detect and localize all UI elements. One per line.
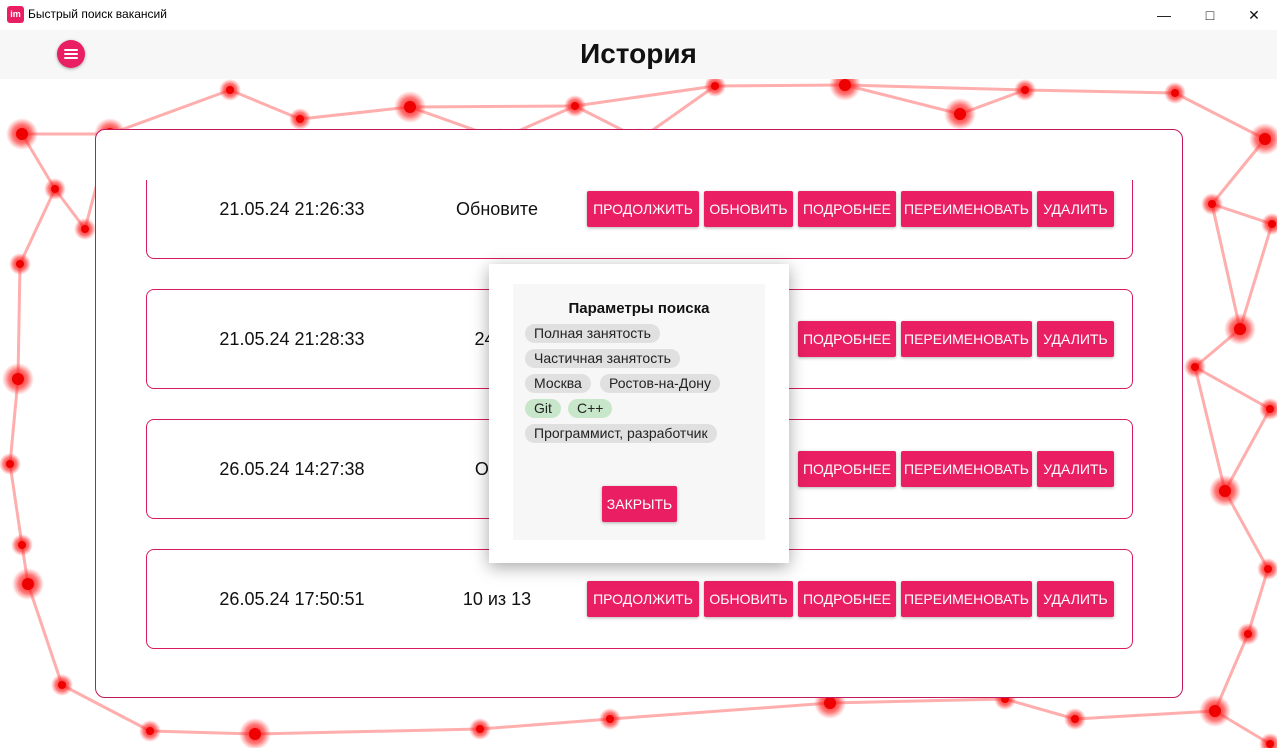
network-node-core xyxy=(226,86,234,94)
network-line xyxy=(609,701,831,721)
network-line xyxy=(1238,223,1274,330)
param-chip: Полная занятость xyxy=(525,324,660,343)
maximize-icon[interactable]: □ xyxy=(1187,0,1233,30)
network-line xyxy=(1194,365,1271,411)
network-node-core xyxy=(6,460,14,468)
network-node-core xyxy=(1209,705,1221,717)
row-status: 10 из 13 xyxy=(462,589,532,609)
network-node-core xyxy=(1171,89,1179,97)
delete-button[interactable]: УДАЛИТЬ xyxy=(1037,191,1114,227)
network-node-core xyxy=(1259,133,1271,145)
network-line xyxy=(574,84,716,108)
network-node-core xyxy=(1266,405,1274,413)
network-node-core xyxy=(1264,565,1272,573)
network-node-core xyxy=(1219,485,1231,497)
network-node-core xyxy=(16,128,28,140)
network-node-core xyxy=(16,260,24,268)
network-node-core xyxy=(606,715,614,723)
network-line xyxy=(8,463,24,546)
update-button[interactable]: ОБНОВИТЬ xyxy=(704,191,793,227)
network-node-core xyxy=(404,101,416,113)
network-line xyxy=(299,105,411,121)
param-chip: Ростов-на-Дону xyxy=(600,374,720,393)
search-params-dialog: Параметры поиска Полная занятость Частич… xyxy=(489,264,789,563)
network-line xyxy=(844,83,1026,92)
rename-button[interactable]: ПЕРЕИМЕНОВАТЬ xyxy=(901,451,1032,487)
delete-button[interactable]: УДАЛИТЬ xyxy=(1037,321,1114,357)
network-line xyxy=(714,83,846,88)
network-node-core xyxy=(954,108,966,120)
details-button[interactable]: ПОДРОБНЕЕ xyxy=(798,191,896,227)
window-title: Быстрый поиск вакансий xyxy=(28,7,167,21)
delete-button[interactable]: УДАЛИТЬ xyxy=(1037,581,1114,617)
network-node-core xyxy=(1208,200,1216,208)
network-node-core xyxy=(1021,86,1029,94)
update-button[interactable]: ОБНОВИТЬ xyxy=(704,581,793,617)
history-row: 26.05.24 17:50:51 10 из 13 ПРОДОЛЖИТЬ ОБ… xyxy=(146,549,1133,649)
close-dialog-button[interactable]: ЗАКРЫТЬ xyxy=(602,486,677,522)
dialog-content: Параметры поиска Полная занятость Частич… xyxy=(513,284,765,540)
network-node-core xyxy=(12,373,24,385)
param-chip: Частичная занятость xyxy=(525,349,680,368)
network-node-core xyxy=(711,82,719,90)
skill-chip: C++ xyxy=(568,399,613,418)
network-line xyxy=(18,188,57,265)
rename-button[interactable]: ПЕРЕИМЕНОВАТЬ xyxy=(901,191,1032,227)
network-line xyxy=(844,83,961,116)
network-node-core xyxy=(839,79,851,91)
rename-button[interactable]: ПЕРЕИМЕНОВАТЬ xyxy=(901,581,1032,617)
network-line xyxy=(109,88,231,136)
network-line xyxy=(16,263,22,380)
network-line xyxy=(1024,88,1176,95)
network-node-core xyxy=(1244,630,1252,638)
network-node-core xyxy=(18,541,26,549)
network-node-core xyxy=(249,728,261,740)
network-node-core xyxy=(824,697,836,709)
continue-button[interactable]: ПРОДОЛЖИТЬ xyxy=(587,581,699,617)
network-node-core xyxy=(1071,715,1079,723)
network-node-core xyxy=(296,115,304,123)
network-node-core xyxy=(58,681,66,689)
rename-button[interactable]: ПЕРЕИМЕНОВАТЬ xyxy=(901,321,1032,357)
network-node-core xyxy=(571,102,579,110)
details-button[interactable]: ПОДРОБНЕЕ xyxy=(798,451,896,487)
close-window-icon[interactable]: ✕ xyxy=(1231,0,1277,30)
row-date: 21.05.24 21:26:33 xyxy=(219,199,365,219)
page-title: История xyxy=(580,38,697,69)
network-node-core xyxy=(51,185,59,193)
history-row: 21.05.24 21:26:33 Обновите ПРОДОЛЖИТЬ ОБ… xyxy=(146,180,1133,259)
details-button[interactable]: ПОДРОБНЕЕ xyxy=(798,321,896,357)
network-node-core xyxy=(22,578,34,590)
network-line xyxy=(409,104,576,109)
continue-button[interactable]: ПРОДОЛЖИТЬ xyxy=(587,191,699,227)
skill-chip: Git xyxy=(525,399,561,418)
network-node-core xyxy=(81,225,89,233)
network-line xyxy=(1193,366,1227,492)
network-node-core xyxy=(1268,220,1276,228)
param-chip: Москва xyxy=(525,374,591,393)
network-node-core xyxy=(1234,323,1246,335)
network-node-core xyxy=(476,725,484,733)
details-button[interactable]: ПОДРОБНЕЕ xyxy=(798,581,896,617)
network-node-core xyxy=(1191,363,1199,371)
minimize-icon[interactable]: — xyxy=(1141,0,1187,30)
network-line xyxy=(829,697,1006,705)
network-node-core xyxy=(1266,740,1274,748)
network-line xyxy=(1210,203,1242,330)
dialog-title: Параметры поиска xyxy=(568,300,710,317)
app-header: История xyxy=(0,30,1277,79)
row-date: 26.05.24 17:50:51 xyxy=(219,589,365,609)
window-titlebar: im Быстрый поиск вакансий — □ ✕ xyxy=(0,0,1277,30)
app-logo-icon: im xyxy=(7,6,24,23)
row-status: Обновите xyxy=(456,199,538,219)
param-chip: Программист, разработчик xyxy=(525,424,717,443)
row-date: 21.05.24 21:28:33 xyxy=(219,329,365,349)
network-node-core xyxy=(146,727,154,735)
network-line xyxy=(229,88,301,121)
network-line xyxy=(254,727,481,736)
network-line xyxy=(1074,709,1216,721)
row-date: 26.05.24 14:27:38 xyxy=(219,459,365,479)
network-line xyxy=(479,717,611,731)
delete-button[interactable]: УДАЛИТЬ xyxy=(1037,451,1114,487)
